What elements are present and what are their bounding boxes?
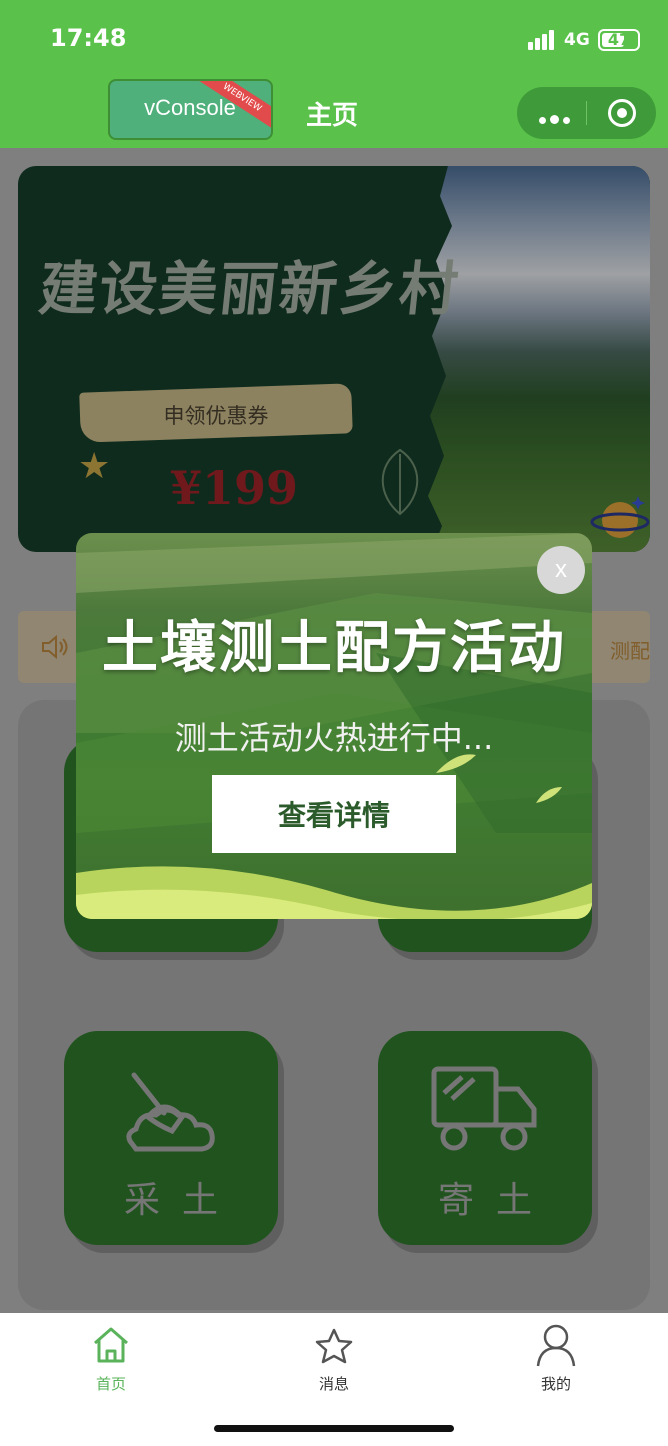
tab-home[interactable]: 首页 xyxy=(66,1319,156,1399)
status-time: 17:48 xyxy=(50,24,127,52)
battery-level: 47 xyxy=(607,30,631,49)
popup-title: 土壤测土配方活动 xyxy=(102,616,566,681)
vconsole-button[interactable]: vConsole WEBVIEW xyxy=(108,79,273,140)
capsule-divider xyxy=(586,101,587,125)
tab-messages[interactable]: 消息 xyxy=(289,1319,379,1399)
tab-mine[interactable]: 我的 xyxy=(511,1319,601,1399)
activity-popup[interactable]: 土壤测土配方活动 测土活动火热进行中... 查看详情 xyxy=(76,533,592,919)
view-details-button[interactable]: 查看详情 xyxy=(212,775,456,853)
top-bar: 17:48 4G 47 vConsole WEBVIEW 主页 xyxy=(0,0,668,148)
tab-messages-label: 消息 xyxy=(318,1375,349,1393)
close-popup-button[interactable]: x xyxy=(537,546,585,594)
star-icon xyxy=(315,1328,353,1364)
home-indicator xyxy=(214,1425,454,1432)
home-icon xyxy=(94,1327,128,1363)
more-dots-icon[interactable] xyxy=(539,109,574,128)
target-circle-icon[interactable] xyxy=(608,99,636,127)
signal-icon xyxy=(528,30,556,50)
network-type: 4G xyxy=(564,30,590,50)
tab-home-label: 首页 xyxy=(95,1375,126,1393)
battery-icon: 47 xyxy=(598,29,640,51)
mini-program-capsule xyxy=(517,87,656,139)
page-title: 主页 xyxy=(306,101,359,131)
tab-mine-label: 我的 xyxy=(540,1375,571,1393)
user-icon xyxy=(536,1324,576,1367)
popup-subtitle: 测土活动火热进行中... xyxy=(174,719,494,757)
